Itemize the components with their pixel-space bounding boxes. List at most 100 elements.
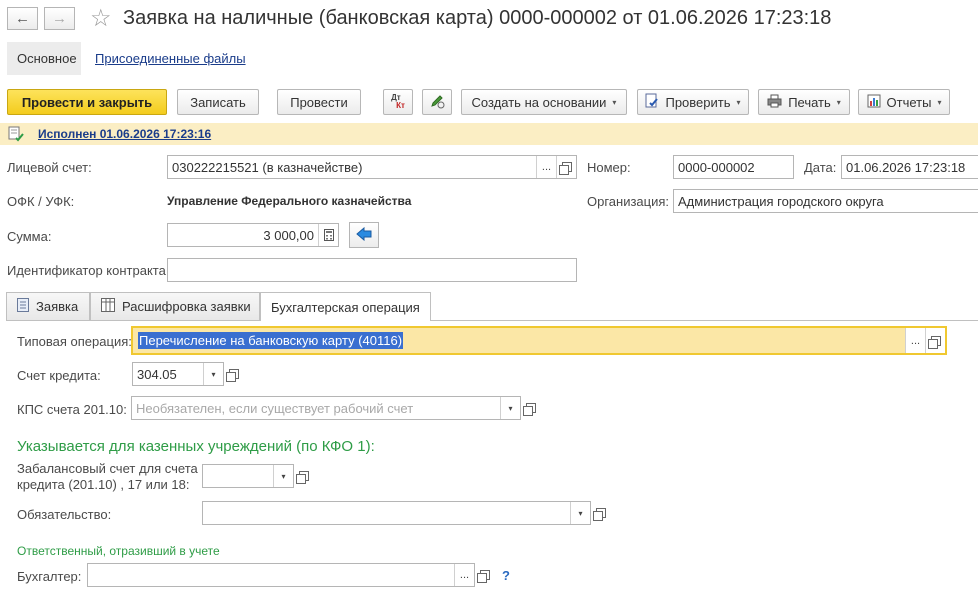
tab-accounting-operation-label: Бухгалтерская операция [271, 299, 420, 315]
edit-journal-button[interactable] [422, 89, 452, 115]
tab-accounting-operation[interactable]: Бухгалтерская операция [260, 292, 431, 321]
chevron-down-icon: ▾ [612, 97, 617, 107]
tab-breakdown-label: Расшифровка заявки [122, 299, 251, 314]
ofk-label: ОФК / УФК: [7, 194, 75, 209]
back-arrow-icon: ← [15, 10, 30, 27]
contract-id-field[interactable] [167, 258, 577, 282]
date-label: Дата: [804, 160, 837, 175]
tab-main[interactable]: Основное [7, 42, 81, 75]
kps-field[interactable]: Необязателен, если существует рабочий сч… [131, 396, 521, 420]
obligation-label: Обязательство: [17, 507, 112, 522]
document-icon [17, 298, 29, 315]
number-field[interactable]: 0000-000002 [673, 155, 794, 179]
chevron-down-icon: ▾ [836, 97, 841, 107]
check-document-icon [645, 93, 659, 112]
open-icon[interactable] [591, 501, 611, 525]
calculator-icon[interactable] [318, 224, 338, 246]
post-and-close-label: Провести и закрыть [21, 94, 153, 110]
offbalance-label-line1: Забалансовый счет для счета [17, 461, 198, 476]
offbalance-value [203, 465, 273, 487]
dt-kt-icon: Дт Кт [391, 93, 405, 110]
credit-account-value: 304.05 [137, 366, 177, 382]
write-button[interactable]: Записать [177, 89, 259, 115]
kps-placeholder: Необязателен, если существует рабочий сч… [136, 400, 414, 416]
check-label: Проверить [665, 94, 731, 110]
write-label: Записать [190, 94, 246, 110]
table-icon [101, 298, 115, 315]
favorite-star-icon[interactable]: ☆ [90, 4, 112, 33]
organization-label: Организация: [587, 194, 670, 209]
account-value: 030222215521 (в казначействе) [172, 159, 363, 175]
typical-operation-label: Типовая операция: [17, 334, 132, 349]
number-label: Номер: [587, 160, 631, 175]
offbalance-label-line2: кредита (201.10) , 17 или 18: [17, 477, 190, 492]
pencil-icon [429, 93, 445, 112]
chevron-down-icon[interactable]: ▾ [570, 502, 590, 524]
tab-request[interactable]: Заявка [6, 292, 90, 320]
open-icon[interactable] [224, 362, 244, 386]
responsible-heading: Ответственный, отразивший в учете [17, 544, 220, 558]
tab-strip-divider [6, 320, 978, 321]
sum-value: 3 000,00 [263, 227, 314, 243]
kps-label: КПС счета 201.10: [17, 402, 127, 417]
help-icon[interactable]: ? [502, 568, 510, 583]
open-icon[interactable] [521, 396, 541, 420]
fill-sum-button[interactable] [349, 222, 379, 248]
chevron-down-icon[interactable]: ▾ [203, 363, 223, 385]
accountant-label: Бухгалтер: [17, 569, 82, 584]
select-ellipsis-button[interactable]: ... [905, 328, 925, 353]
open-icon[interactable] [556, 156, 576, 178]
organization-value: Администрация городского округа [678, 193, 884, 209]
document-posted-icon [8, 126, 24, 145]
chevron-down-icon: ▾ [736, 97, 741, 107]
kfo-heading: Указывается для казенных учреждений (по … [17, 438, 375, 455]
reports-label: Отчеты [886, 94, 932, 110]
select-ellipsis-button[interactable]: ... [454, 564, 474, 586]
ofk-value: Управление Федерального казначейства [167, 194, 412, 208]
check-button[interactable]: Проверить ▾ [637, 89, 749, 115]
accountant-field[interactable]: ... [87, 563, 475, 587]
print-label: Печать [788, 94, 831, 110]
organization-field[interactable]: Администрация городского округа [673, 189, 978, 213]
window-title: Заявка на наличные (банковская карта) 00… [123, 7, 832, 29]
offbalance-account-field[interactable]: ▾ [202, 464, 294, 488]
open-icon[interactable] [925, 328, 945, 353]
credit-account-label: Счет кредита: [17, 368, 101, 383]
date-value: 01.06.2026 17:23:18 [846, 159, 966, 175]
account-field[interactable]: 030222215521 (в казначействе) ... [167, 155, 577, 179]
arrow-left-icon [356, 226, 372, 244]
chevron-down-icon[interactable]: ▾ [500, 397, 520, 419]
forward-button[interactable]: → [44, 7, 75, 30]
tab-request-label: Заявка [36, 299, 79, 314]
print-button[interactable]: Печать ▾ [758, 89, 850, 115]
obligation-value [203, 502, 570, 524]
post-label: Провести [290, 94, 348, 110]
reports-chart-icon [867, 94, 881, 111]
chevron-down-icon[interactable]: ▾ [273, 465, 293, 487]
sum-field[interactable]: 3 000,00 [167, 223, 339, 247]
open-icon[interactable] [294, 464, 314, 488]
tab-breakdown[interactable]: Расшифровка заявки [90, 292, 260, 320]
sum-label: Сумма: [7, 229, 52, 244]
typical-operation-value: Перечисление на банковскую карту (40116) [138, 332, 404, 349]
printer-icon [767, 94, 782, 111]
account-label: Лицевой счет: [7, 160, 92, 175]
create-based-on-label: Создать на основании [471, 94, 607, 110]
post-button[interactable]: Провести [277, 89, 361, 115]
tab-attached-files[interactable]: Присоединенные файлы [85, 42, 256, 75]
create-based-on-button[interactable]: Создать на основании ▾ [461, 89, 627, 115]
typical-operation-field[interactable]: Перечисление на банковскую карту (40116)… [131, 326, 947, 355]
post-and-close-button[interactable]: Провести и закрыть [7, 89, 167, 115]
dt-kt-button[interactable]: Дт Кт [383, 89, 413, 115]
status-link[interactable]: Исполнен 01.06.2026 17:23:16 [38, 127, 211, 141]
back-button[interactable]: ← [7, 7, 38, 30]
accountant-value [88, 564, 454, 586]
credit-account-field[interactable]: 304.05 ▾ [132, 362, 224, 386]
reports-button[interactable]: Отчеты ▾ [858, 89, 950, 115]
open-icon[interactable] [475, 563, 495, 587]
date-field[interactable]: 01.06.2026 17:23:18 [841, 155, 978, 179]
obligation-field[interactable]: ▾ [202, 501, 591, 525]
select-ellipsis-button[interactable]: ... [536, 156, 556, 178]
forward-arrow-icon: → [52, 10, 67, 27]
contract-value [168, 259, 576, 281]
